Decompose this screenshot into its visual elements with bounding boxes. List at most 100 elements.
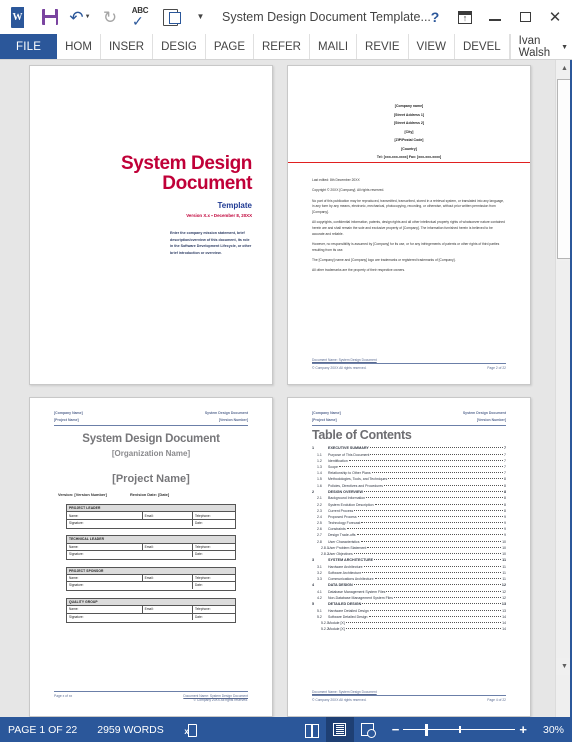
- approval-table[interactable]: PROJECT LEADER Name: Email: Telephone: S…: [66, 504, 236, 529]
- web-layout-view-button[interactable]: [354, 717, 382, 742]
- toc-entry[interactable]: 2.3 Current Process 8: [312, 509, 506, 513]
- approval-telephone-cell[interactable]: Telephone:: [193, 606, 235, 612]
- toc-entry[interactable]: 3.1 Hardware Architecture 11: [312, 565, 506, 569]
- zoom-slider[interactable]: [403, 723, 516, 736]
- undo-icon[interactable]: ↶ ▼: [66, 3, 94, 31]
- approval-name-cell[interactable]: Name:: [67, 574, 143, 582]
- header-rule: [54, 424, 248, 426]
- toc-entry[interactable]: 5.2.2 Module [X] 14: [312, 627, 506, 631]
- approval-name-cell[interactable]: Name:: [67, 512, 143, 519]
- save-icon[interactable]: [36, 3, 64, 31]
- approval-table[interactable]: PROJECT SPONSOR Name: Email: Telephone: …: [66, 566, 236, 592]
- toc-entry[interactable]: 2.1 Background Information 8: [312, 496, 506, 500]
- zoom-out-button[interactable]: −: [388, 722, 404, 737]
- read-mode-view-button[interactable]: [298, 717, 326, 742]
- zoom-level-label[interactable]: 30%: [531, 724, 564, 736]
- document-page-1[interactable]: System Design Document Template Version …: [29, 65, 273, 385]
- toc-entry[interactable]: 2.7 Design Trade-offs 9: [312, 533, 506, 537]
- approval-email-cell[interactable]: Email:: [143, 512, 193, 519]
- scrollbar-thumb[interactable]: [557, 79, 571, 259]
- approval-name-cell[interactable]: Name:: [67, 543, 143, 550]
- toc-entry[interactable]: 5.2 Software Detailed Design 14: [312, 615, 506, 619]
- toc-entry[interactable]: 3.3 Communications Architecture 11: [312, 577, 506, 581]
- tab-developer[interactable]: DEVEL: [455, 34, 510, 60]
- spelling-icon[interactable]: ABC ✓: [126, 3, 154, 31]
- tab-view[interactable]: VIEW: [409, 34, 455, 60]
- zoom-in-button[interactable]: +: [515, 722, 531, 737]
- print-layout-view-button[interactable]: [325, 717, 354, 742]
- toc-entry[interactable]: 1.6 Policies, Directives and Procedures 8: [312, 484, 506, 488]
- tab-file[interactable]: FILE: [0, 34, 58, 60]
- toc-entry[interactable]: 1.3 Scope 7: [312, 465, 506, 469]
- user-account-area[interactable]: Ivan Walsh ▼ K: [509, 34, 572, 60]
- document-page-4[interactable]: [Company Name] System Design Document [P…: [287, 397, 531, 717]
- page-indicator[interactable]: PAGE 1 OF 22: [0, 724, 87, 736]
- toc-entry[interactable]: 1.5 Methodologies, Tools, and Techniques 8: [312, 477, 506, 481]
- approval-date-cell[interactable]: Date:: [193, 551, 235, 557]
- maximize-button[interactable]: [510, 2, 540, 32]
- document-page-2[interactable]: [Company name] [Street Address 1] [Stree…: [287, 65, 531, 385]
- toc-entry[interactable]: 2.5 Technology Forecast 9: [312, 521, 506, 525]
- chevron-down-icon[interactable]: ▼: [561, 44, 568, 51]
- approval-signature-cell[interactable]: Signature:: [67, 582, 193, 589]
- ribbon-display-options-button[interactable]: [450, 2, 480, 32]
- toc-entry[interactable]: 5 DETAILED DESIGN 13: [312, 602, 506, 606]
- zoom-slider-thumb[interactable]: [425, 723, 429, 736]
- minimize-button[interactable]: [480, 2, 510, 32]
- toc-entry[interactable]: 5.1 Hardware Detailed Design 13: [312, 609, 506, 613]
- approval-date-cell[interactable]: Date:: [193, 520, 235, 526]
- toc-entry[interactable]: 1 EXECUTIVE SUMMARY 7: [312, 446, 506, 450]
- tab-references[interactable]: REFER: [254, 34, 310, 60]
- redo-icon[interactable]: ↻: [96, 3, 124, 31]
- proofing-errors-icon[interactable]: x: [174, 723, 198, 737]
- word-app-icon[interactable]: W: [6, 3, 34, 31]
- help-button[interactable]: ?: [420, 2, 450, 32]
- tab-review[interactable]: REVIE: [357, 34, 409, 60]
- approval-telephone-cell[interactable]: Telephone:: [193, 575, 235, 581]
- toc-entry[interactable]: 3.2 Software Architecture 11: [312, 571, 506, 575]
- approval-table[interactable]: TECHNICAL LEADER Name: Email: Telephone:…: [66, 535, 236, 560]
- toc-entry[interactable]: 4 DATA DESIGN 12: [312, 583, 506, 587]
- footer-document-link[interactable]: Document Name: System Design Document: [312, 358, 377, 362]
- toc-entry[interactable]: 2.2 System Evolution Description 8: [312, 503, 506, 507]
- footer-document-link[interactable]: Document Name: System Design Document: [312, 690, 377, 694]
- tab-insert[interactable]: INSER: [101, 34, 154, 60]
- tab-home[interactable]: HOM: [57, 34, 101, 60]
- toc-entry[interactable]: 2.4 Proposed Process 9: [312, 515, 506, 519]
- approval-email-cell[interactable]: Email:: [143, 606, 193, 613]
- tab-page-layout[interactable]: PAGE: [206, 34, 254, 60]
- toc-entry[interactable]: 2 DESIGN OVERVIEW 8: [312, 490, 506, 494]
- approval-date-cell[interactable]: Date:: [193, 582, 235, 588]
- tab-mailings[interactable]: MAILI: [310, 34, 358, 60]
- toc-entry[interactable]: 5.2.1 Module [X] 14: [312, 621, 506, 625]
- approval-table[interactable]: QUALITY GROUP Name: Email: Telephone: Si…: [66, 597, 236, 623]
- toc-entry[interactable]: 2.8.2 User Objectives 10: [312, 552, 506, 556]
- print-preview-icon[interactable]: [156, 3, 184, 31]
- toc-entry[interactable]: 2.6 Constraints 9: [312, 527, 506, 531]
- toc-entry[interactable]: 4.1 Database Management System Files 12: [312, 590, 506, 594]
- toc-entry[interactable]: 2.8.1 User Problem Statement 10: [312, 546, 506, 550]
- approval-telephone-cell[interactable]: Telephone:: [193, 512, 235, 518]
- document-page-3[interactable]: [Company Name] System Design Document [P…: [29, 397, 273, 717]
- approval-signature-cell[interactable]: Signature:: [67, 519, 193, 527]
- undo-dropdown-caret-icon[interactable]: ▼: [85, 14, 91, 20]
- toc-entry[interactable]: 2.8 User Characteristics 10: [312, 540, 506, 544]
- approval-email-cell[interactable]: Email:: [143, 543, 193, 550]
- approval-signature-cell[interactable]: Signature:: [67, 551, 193, 558]
- approval-email-cell[interactable]: Email:: [143, 574, 193, 582]
- approval-signature-cell[interactable]: Signature:: [67, 613, 193, 620]
- toc-entry[interactable]: 1.4 Relationship to Other Plans 7: [312, 471, 506, 475]
- approval-name-cell[interactable]: Name:: [67, 606, 143, 613]
- approval-telephone-cell[interactable]: Telephone:: [193, 544, 235, 550]
- approval-date-cell[interactable]: Date:: [193, 614, 235, 620]
- toc-entry[interactable]: 1.2 Identification 7: [312, 459, 506, 463]
- customize-qat-icon[interactable]: ▼: [186, 3, 214, 31]
- word-count[interactable]: 2959 WORDS: [87, 724, 174, 736]
- close-button[interactable]: ✕: [540, 2, 570, 32]
- tab-design[interactable]: DESIG: [153, 34, 206, 60]
- zoom-control[interactable]: − + 30%: [388, 722, 564, 737]
- toc-entry[interactable]: 1.1 Purpose of This Document 7: [312, 453, 506, 457]
- toc-entry[interactable]: 4.2 Non-Database Management System Files 1…: [312, 596, 506, 600]
- document-canvas[interactable]: System Design Document Template Version …: [0, 60, 572, 717]
- toc-entry[interactable]: 3 SYSTEM ARCHITECTURE 11: [312, 558, 506, 562]
